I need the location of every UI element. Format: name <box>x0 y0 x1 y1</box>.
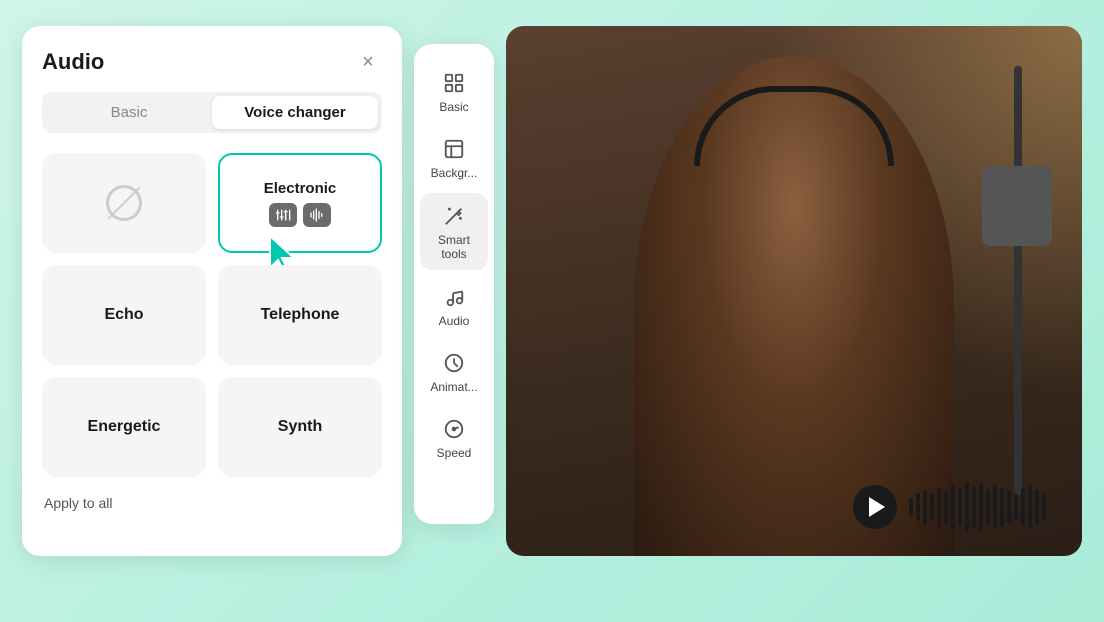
waveform-bar <box>979 483 983 531</box>
waveform-bar <box>1014 494 1018 520</box>
sidebar: Basic Backgr... <box>414 44 494 524</box>
sidebar-smart-tools-label: Smart tools <box>428 233 480 262</box>
voice-effect-none[interactable] <box>42 153 206 253</box>
waveform-bar <box>951 485 955 530</box>
sidebar-item-background[interactable]: Backgr... <box>420 126 488 188</box>
no-sign-icon <box>106 185 142 221</box>
sidebar-animate-label: Animat... <box>430 380 477 394</box>
close-button[interactable]: × <box>354 48 382 76</box>
waveform-bar <box>1042 493 1046 521</box>
photo-background <box>506 26 1082 556</box>
waveform-bar <box>944 491 948 523</box>
voice-effect-telephone[interactable]: Telephone <box>218 265 382 365</box>
play-icon <box>869 497 885 517</box>
waveform-bar <box>923 490 927 525</box>
waveform-bar <box>965 482 969 532</box>
sidebar-basic-label: Basic <box>439 100 468 114</box>
waveform <box>909 482 1046 532</box>
electronic-chips <box>269 203 331 227</box>
waveform-bar <box>958 488 962 526</box>
waveform-bar <box>1007 491 1011 523</box>
music-icon <box>441 284 467 310</box>
waveform-chip <box>303 203 331 227</box>
voice-effect-energetic[interactable]: Energetic <box>42 377 206 477</box>
waveform-bar <box>993 485 997 529</box>
waveform-bar <box>986 489 990 525</box>
photo-area <box>506 26 1082 556</box>
sidebar-item-basic[interactable]: Basic <box>420 60 488 122</box>
apply-to-all-label: Apply to all <box>42 495 382 511</box>
sliders-icon <box>275 207 291 223</box>
voice-effect-synth[interactable]: Synth <box>218 377 382 477</box>
waveform-bar <box>916 493 920 521</box>
voice-effect-echo[interactable]: Echo <box>42 265 206 365</box>
waveform-bar <box>1035 489 1039 525</box>
waveform-icon <box>309 207 325 223</box>
background-icon <box>441 136 467 162</box>
tab-basic[interactable]: Basic <box>46 96 212 129</box>
waveform-bar <box>909 498 913 516</box>
audio-panel: Audio × Basic Voice changer Electronic <box>22 26 402 556</box>
sidebar-audio-label: Audio <box>439 314 470 328</box>
sliders-chip <box>269 203 297 227</box>
main-container: Audio × Basic Voice changer Electronic <box>22 26 1082 596</box>
telephone-label: Telephone <box>261 306 340 324</box>
electronic-label: Electronic <box>264 180 337 197</box>
waveform-bar <box>937 487 941 527</box>
animate-icon <box>441 350 467 376</box>
waveform-bar <box>1000 488 1004 526</box>
tab-voice-changer[interactable]: Voice changer <box>212 96 378 129</box>
play-button[interactable] <box>853 485 897 529</box>
sidebar-speed-label: Speed <box>437 446 472 460</box>
waveform-bar <box>1021 488 1025 526</box>
voice-effect-electronic[interactable]: Electronic <box>218 153 382 253</box>
voice-effect-grid: Electronic Echo <box>42 153 382 477</box>
waveform-bar <box>930 493 934 521</box>
tab-bar: Basic Voice changer <box>42 92 382 133</box>
sidebar-item-speed[interactable]: Speed <box>420 406 488 468</box>
echo-label: Echo <box>104 306 143 324</box>
sidebar-background-label: Backgr... <box>431 166 478 180</box>
panel-title: Audio <box>42 49 104 75</box>
waveform-bar <box>1028 485 1032 529</box>
energetic-label: Energetic <box>88 418 161 436</box>
wand-icon <box>441 203 467 229</box>
grid-icon <box>441 70 467 96</box>
sidebar-item-audio[interactable]: Audio <box>420 274 488 336</box>
speed-icon <box>441 416 467 442</box>
panel-header: Audio × <box>42 48 382 76</box>
sidebar-item-animate[interactable]: Animat... <box>420 340 488 402</box>
synth-label: Synth <box>278 418 322 436</box>
audio-waveform-bar <box>853 482 1046 532</box>
waveform-bar <box>972 486 976 528</box>
sidebar-item-smart-tools[interactable]: Smart tools <box>420 193 488 270</box>
